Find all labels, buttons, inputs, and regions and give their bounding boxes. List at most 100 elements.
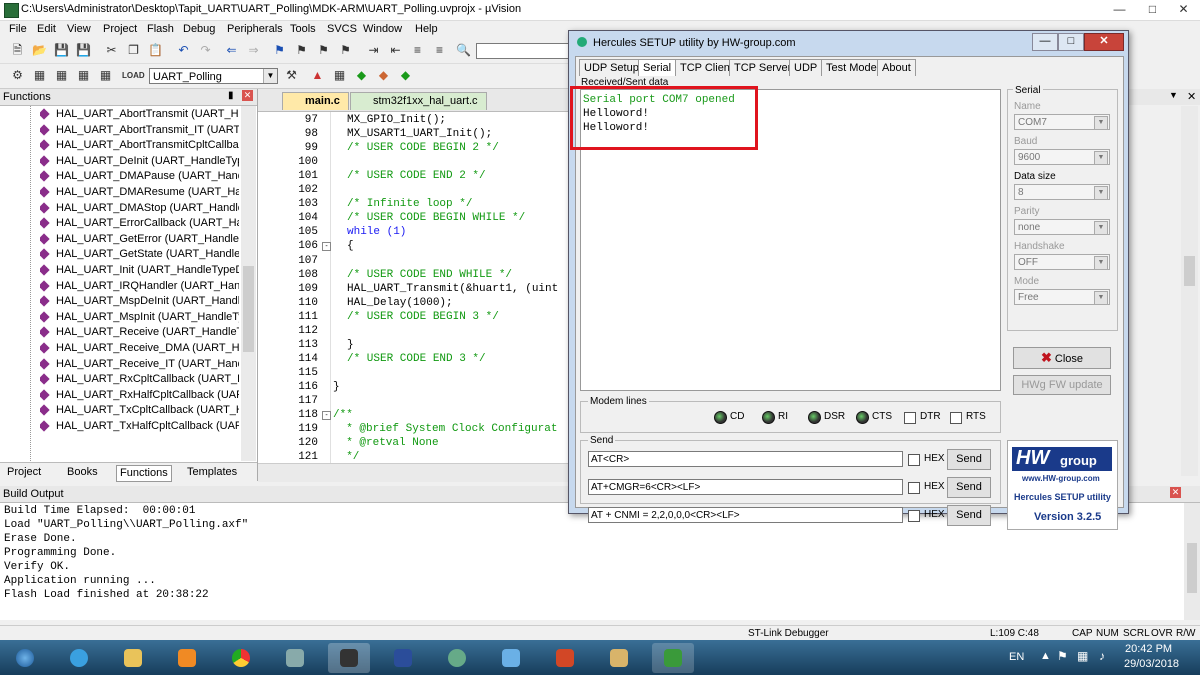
target-select[interactable]: UART_Polling ▼ bbox=[149, 68, 278, 84]
menu-peripherals[interactable]: Peripherals bbox=[227, 23, 283, 35]
functions-scrollbar[interactable] bbox=[241, 106, 256, 461]
tab-stm32f1xx-hal-uart-c[interactable]: stm32f1xx_hal_uart.c bbox=[350, 92, 487, 110]
comment-icon[interactable]: ≡ bbox=[410, 43, 425, 58]
data-size-select[interactable]: 8 ▼ bbox=[1014, 184, 1110, 200]
code-editor[interactable]: 97 98 99 100 101 102 103 104 105 106 107 108 109 110 1… bbox=[258, 112, 570, 463]
function-list-item[interactable]: HAL_UART_Receive (UART_HandleTyp bbox=[40, 326, 239, 341]
functions-scrollbar-thumb[interactable] bbox=[243, 266, 254, 352]
find-combo[interactable] bbox=[476, 43, 570, 59]
unindent-icon[interactable]: ⇤ bbox=[388, 43, 403, 58]
build-output-scrollbar[interactable] bbox=[1184, 503, 1200, 620]
undo-icon[interactable]: ↶ bbox=[176, 43, 191, 58]
function-list-item[interactable]: HAL_UART_RxHalfCpltCallback (UART bbox=[40, 389, 239, 404]
function-list-item[interactable]: HAL_UART_MspDeInit (UART_HandleT bbox=[40, 295, 239, 310]
uncomment-icon[interactable]: ≡ bbox=[432, 43, 447, 58]
function-list-item[interactable]: HAL_UART_Receive_IT (UART_HandleT bbox=[40, 358, 239, 373]
function-list-item[interactable]: HAL_UART_AbortTransmit_IT (UART_H bbox=[40, 124, 239, 139]
cut-icon[interactable]: ✂ bbox=[104, 43, 119, 58]
tab-about[interactable]: About bbox=[877, 59, 916, 76]
taskbar-devcpp-icon[interactable] bbox=[382, 643, 424, 673]
load-download-icon[interactable]: LOAD bbox=[122, 68, 145, 83]
send-input-1[interactable]: AT<CR> bbox=[588, 451, 903, 467]
function-list-item[interactable]: HAL_UART_Init (UART_HandleTypeDe bbox=[40, 264, 239, 279]
pack-installer-icon[interactable]: ◆ bbox=[354, 68, 369, 83]
build-icon[interactable]: ▦ bbox=[54, 68, 69, 83]
function-list-item[interactable]: HAL_UART_GetState (UART_HandleTy bbox=[40, 248, 239, 263]
translate-icon[interactable]: ▦ bbox=[32, 68, 47, 83]
pane-close-icon[interactable]: ✕ bbox=[1170, 487, 1181, 498]
fold-toggle-icon[interactable]: - bbox=[322, 411, 331, 421]
tab-books[interactable]: Books bbox=[64, 465, 101, 480]
function-list-item[interactable]: HAL_UART_AbortTransmit (UART_Har bbox=[40, 108, 239, 123]
rts-checkbox[interactable] bbox=[950, 412, 962, 424]
tab-test-mode[interactable]: Test Mode bbox=[821, 59, 882, 76]
new-file-icon[interactable]: 🗎 bbox=[10, 43, 25, 58]
taskbar-media-player-icon[interactable] bbox=[166, 643, 208, 673]
function-list-item[interactable]: HAL_UART_DeInit (UART_HandleType bbox=[40, 155, 239, 170]
copy-icon[interactable]: ❐ bbox=[126, 43, 141, 58]
clock-date[interactable]: 29/03/2018 bbox=[1124, 658, 1179, 670]
save-all-icon[interactable]: 💾 bbox=[76, 43, 91, 58]
function-list-item[interactable]: HAL_UART_AbortTransmitCpltCallbac bbox=[40, 139, 239, 154]
chevron-down-icon[interactable]: ▼ bbox=[1169, 90, 1178, 100]
editor-scrollbar-thumb[interactable] bbox=[1184, 256, 1195, 286]
send-button-3[interactable]: Send bbox=[947, 505, 991, 526]
close-port-button[interactable]: ✖ Close bbox=[1013, 347, 1111, 369]
rte-icon[interactable]: ◆ bbox=[376, 68, 391, 83]
parity-select[interactable]: none ▼ bbox=[1014, 219, 1110, 235]
network-icon[interactable]: ▦ bbox=[1077, 649, 1088, 663]
redo-icon[interactable]: ↷ bbox=[198, 43, 213, 58]
function-list-item[interactable]: HAL_UART_MspInit (UART_HandleTyp bbox=[40, 311, 239, 326]
tab-main-c[interactable]: main.c bbox=[282, 92, 349, 110]
function-list-item[interactable]: HAL_UART_IRQHandler (UART_Handle bbox=[40, 280, 239, 295]
menu-view[interactable]: View bbox=[67, 23, 91, 35]
function-list-item[interactable]: HAL_UART_TxHalfCpltCallback (UART bbox=[40, 420, 239, 435]
menu-debug[interactable]: Debug bbox=[183, 23, 215, 35]
function-list-item[interactable]: HAL_UART_Receive_DMA (UART_Han bbox=[40, 342, 239, 357]
send-input-2[interactable]: AT+CMGR=6<CR><LF> bbox=[588, 479, 903, 495]
clock-time[interactable]: 20:42 PM bbox=[1125, 643, 1172, 655]
menu-help[interactable]: Help bbox=[415, 23, 438, 35]
bookmark-icon[interactable]: ⚑ bbox=[272, 43, 287, 58]
taskbar-hercules-icon[interactable] bbox=[652, 643, 694, 673]
language-indicator[interactable]: EN bbox=[1009, 651, 1024, 663]
hex-checkbox-3[interactable] bbox=[908, 510, 920, 522]
hex-checkbox-2[interactable] bbox=[908, 482, 920, 494]
close-icon[interactable]: ✕ bbox=[1084, 33, 1124, 51]
paste-icon[interactable]: 📋 bbox=[148, 43, 163, 58]
function-list-item[interactable]: HAL_UART_TxCpltCallback (UART_Ha bbox=[40, 404, 239, 419]
menu-project[interactable]: Project bbox=[103, 23, 137, 35]
build-output-scrollbar-thumb[interactable] bbox=[1187, 543, 1197, 593]
function-list-item[interactable]: HAL_UART_DMAStop (UART_HandleT bbox=[40, 202, 239, 217]
menu-edit[interactable]: Edit bbox=[37, 23, 56, 35]
baud-select[interactable]: 9600 ▼ bbox=[1014, 149, 1110, 165]
editor-vertical-scrollbar[interactable] bbox=[1181, 106, 1198, 476]
taskbar-paint-icon[interactable] bbox=[598, 643, 640, 673]
taskbar-powerpoint-icon[interactable] bbox=[544, 643, 586, 673]
pane-close-icon[interactable]: ✕ bbox=[1187, 90, 1196, 103]
maximize-icon[interactable]: □ bbox=[1136, 0, 1169, 19]
editor-horizontal-scrollbar[interactable] bbox=[258, 463, 570, 482]
options-icon[interactable]: ⚙ bbox=[10, 68, 25, 83]
tab-udp-setup[interactable]: UDP Setup bbox=[579, 59, 644, 76]
tab-udp[interactable]: UDP bbox=[789, 59, 823, 76]
taskbar-ie-icon[interactable] bbox=[58, 643, 100, 673]
fold-toggle-icon[interactable]: - bbox=[322, 242, 331, 252]
close-icon[interactable]: ✕ bbox=[1167, 0, 1200, 19]
menu-svcs[interactable]: SVCS bbox=[327, 23, 357, 35]
send-input-3[interactable]: AT + CNMI = 2,2,0,0,0<CR><LF> bbox=[588, 507, 903, 523]
nav-back-icon[interactable]: ⇐ bbox=[224, 43, 239, 58]
taskbar-virtualbox-icon[interactable] bbox=[490, 643, 532, 673]
tab-functions[interactable]: Functions bbox=[116, 465, 172, 482]
taskbar-chrome-profile-icon[interactable] bbox=[436, 643, 478, 673]
function-list-item[interactable]: HAL_UART_GetError (UART_HandleTyp bbox=[40, 233, 239, 248]
tab-templates[interactable]: Templates bbox=[184, 465, 240, 480]
volume-icon[interactable]: ♪ bbox=[1099, 649, 1105, 663]
mode-select[interactable]: Free ▼ bbox=[1014, 289, 1110, 305]
name-select[interactable]: COM7 ▼ bbox=[1014, 114, 1110, 130]
send-button-1[interactable]: Send bbox=[947, 449, 991, 470]
hwg-fw-update-button[interactable]: HWg FW update bbox=[1013, 375, 1111, 395]
indent-icon[interactable]: ⇥ bbox=[366, 43, 381, 58]
menu-flash[interactable]: Flash bbox=[147, 23, 174, 35]
prev-bookmark-icon[interactable]: ⚑ bbox=[294, 43, 309, 58]
